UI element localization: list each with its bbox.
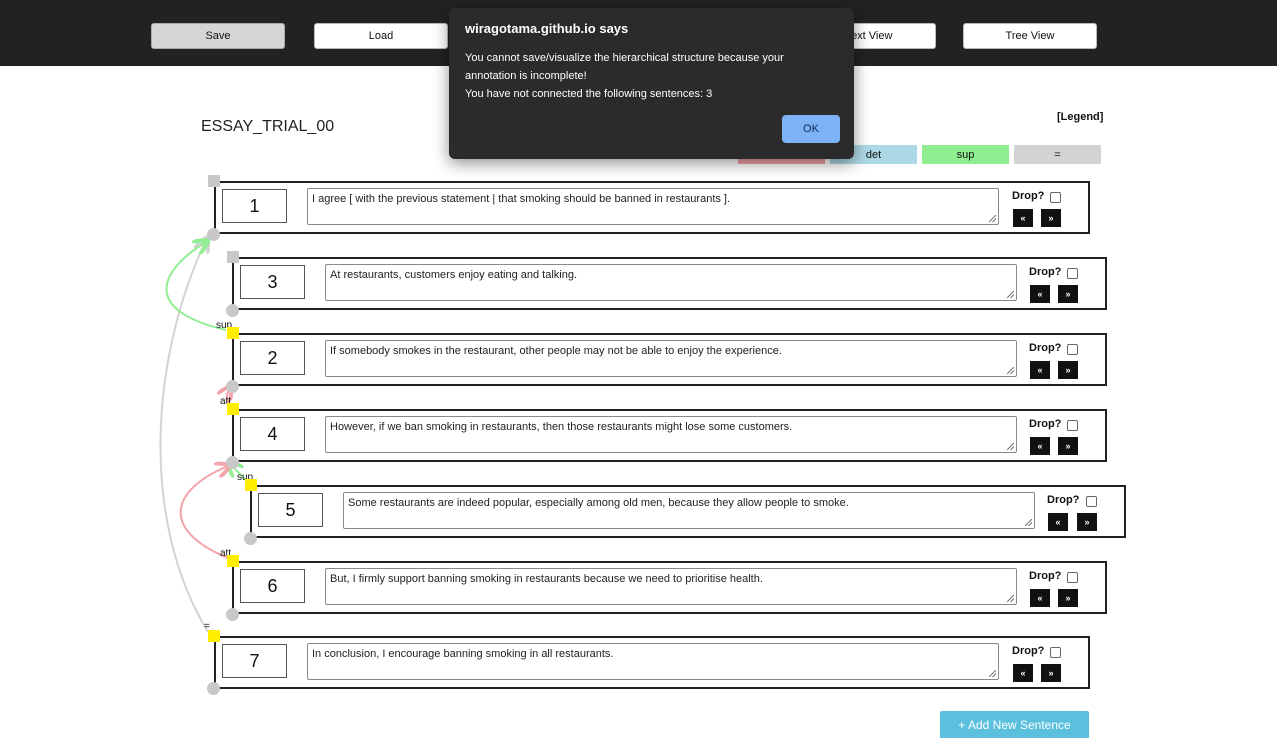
sentence-card-6: 6 But, I firmly support banning smoking … bbox=[232, 561, 1107, 614]
move-up-button[interactable]: « bbox=[1030, 361, 1050, 379]
sentence-text[interactable]: If somebody smokes in the restaurant, ot… bbox=[325, 340, 1017, 377]
sentence-5-link-handle[interactable] bbox=[245, 479, 257, 491]
resize-grip-icon[interactable] bbox=[1007, 291, 1014, 298]
drop-checkbox[interactable] bbox=[1050, 647, 1061, 658]
move-down-button[interactable]: » bbox=[1058, 589, 1078, 607]
drop-label: Drop? bbox=[1012, 645, 1045, 657]
move-down-button[interactable]: » bbox=[1041, 209, 1061, 227]
drop-label: Drop? bbox=[1047, 494, 1080, 506]
sentence-2-anchor-handle[interactable] bbox=[226, 380, 239, 393]
move-up-button[interactable]: « bbox=[1013, 664, 1033, 682]
dialog-ok-button[interactable]: OK bbox=[782, 115, 840, 143]
sentence-card-4: 4 However, if we ban smoking in restaura… bbox=[232, 409, 1107, 462]
sentence-1-link-handle[interactable] bbox=[208, 175, 220, 187]
dialog-message-line-3: You have not connected the following sen… bbox=[465, 88, 713, 100]
dialog-message-line-2: annotation is incomplete! bbox=[465, 70, 587, 82]
sentence-3-link-handle[interactable] bbox=[227, 251, 239, 263]
sentence-number[interactable]: 7 bbox=[222, 644, 287, 678]
drop-checkbox[interactable] bbox=[1067, 268, 1078, 279]
move-up-button[interactable]: « bbox=[1013, 209, 1033, 227]
move-up-button[interactable]: « bbox=[1048, 513, 1068, 531]
drop-checkbox[interactable] bbox=[1067, 420, 1078, 431]
move-down-button[interactable]: » bbox=[1041, 664, 1061, 682]
sentence-1-anchor-handle[interactable] bbox=[207, 228, 220, 241]
sentence-number[interactable]: 4 bbox=[240, 417, 305, 451]
sentence-text[interactable]: Some restaurants are indeed popular, esp… bbox=[343, 492, 1035, 529]
sentence-card-7: 7 In conclusion, I encourage banning smo… bbox=[214, 636, 1090, 689]
sentence-number[interactable]: 3 bbox=[240, 265, 305, 299]
sentence-number[interactable]: 5 bbox=[258, 493, 323, 527]
move-down-button[interactable]: » bbox=[1058, 361, 1078, 379]
drop-checkbox[interactable] bbox=[1086, 496, 1097, 507]
dialog-title: wiragotama.github.io says bbox=[465, 21, 629, 36]
sentence-card-3: 3 At restaurants, customers enjoy eating… bbox=[232, 257, 1107, 310]
sentence-card-2: 2 If somebody smokes in the restaurant, … bbox=[232, 333, 1107, 386]
resize-grip-icon[interactable] bbox=[1007, 367, 1014, 374]
resize-grip-icon[interactable] bbox=[989, 215, 996, 222]
sentence-text[interactable]: In conclusion, I encourage banning smoki… bbox=[307, 643, 999, 680]
move-down-button[interactable]: » bbox=[1077, 513, 1097, 531]
sentence-7-anchor-handle[interactable] bbox=[207, 682, 220, 695]
sentence-number[interactable]: 6 bbox=[240, 569, 305, 603]
sentence-text[interactable]: But, I firmly support banning smoking in… bbox=[325, 568, 1017, 605]
sentence-2-link-handle[interactable] bbox=[227, 327, 239, 339]
sentence-text[interactable]: At restaurants, customers enjoy eating a… bbox=[325, 264, 1017, 301]
sentence-number[interactable]: 1 bbox=[222, 189, 287, 223]
dialog-message-line-1: You cannot save/visualize the hierarchic… bbox=[465, 52, 784, 64]
sentence-4-link-handle[interactable] bbox=[227, 403, 239, 415]
sentence-number[interactable]: 2 bbox=[240, 341, 305, 375]
dialog-message: You cannot save/visualize the hierarchic… bbox=[465, 49, 840, 103]
drop-label: Drop? bbox=[1029, 266, 1062, 278]
sentence-card-1: 1 I agree [ with the previous statement … bbox=[214, 181, 1090, 234]
sentence-6-link-handle[interactable] bbox=[227, 555, 239, 567]
sentence-text[interactable]: However, if we ban smoking in restaurant… bbox=[325, 416, 1017, 453]
move-up-button[interactable]: « bbox=[1030, 285, 1050, 303]
sentence-6-anchor-handle[interactable] bbox=[226, 608, 239, 621]
drop-label: Drop? bbox=[1012, 190, 1045, 202]
move-down-button[interactable]: » bbox=[1058, 437, 1078, 455]
resize-grip-icon[interactable] bbox=[989, 670, 996, 677]
sentence-5-anchor-handle[interactable] bbox=[244, 532, 257, 545]
sentence-4-anchor-handle[interactable] bbox=[226, 456, 239, 469]
sentence-text[interactable]: I agree [ with the previous statement | … bbox=[307, 188, 999, 225]
resize-grip-icon[interactable] bbox=[1025, 519, 1032, 526]
arrow-att-6-to-4 bbox=[179, 466, 228, 559]
sentence-card-5: 5 Some restaurants are indeed popular, e… bbox=[250, 485, 1126, 538]
drop-label: Drop? bbox=[1029, 342, 1062, 354]
drop-label: Drop? bbox=[1029, 570, 1062, 582]
drop-checkbox[interactable] bbox=[1067, 344, 1078, 355]
drop-checkbox[interactable] bbox=[1050, 192, 1061, 203]
drop-checkbox[interactable] bbox=[1067, 572, 1078, 583]
sentence-7-link-handle[interactable] bbox=[208, 630, 220, 642]
add-new-sentence-button[interactable]: + Add New Sentence bbox=[940, 711, 1089, 738]
resize-grip-icon[interactable] bbox=[1007, 443, 1014, 450]
alert-dialog: wiragotama.github.io says You cannot sav… bbox=[449, 8, 854, 159]
sentence-3-anchor-handle[interactable] bbox=[226, 304, 239, 317]
drop-label: Drop? bbox=[1029, 418, 1062, 430]
move-up-button[interactable]: « bbox=[1030, 589, 1050, 607]
move-down-button[interactable]: » bbox=[1058, 285, 1078, 303]
move-up-button[interactable]: « bbox=[1030, 437, 1050, 455]
arrow-sup-2-to-1 bbox=[165, 242, 227, 331]
resize-grip-icon[interactable] bbox=[1007, 595, 1014, 602]
